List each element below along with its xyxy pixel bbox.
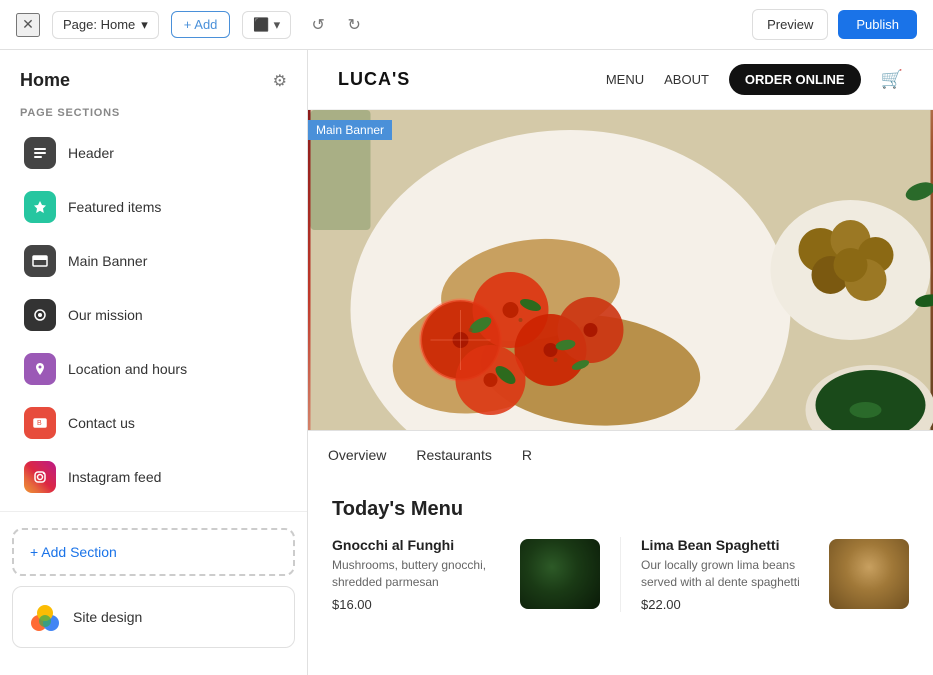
menu-item-2-image [829, 539, 909, 609]
undo-button[interactable]: ↺ [303, 10, 333, 40]
nav-about[interactable]: ABOUT [664, 72, 709, 87]
instagram-feed-icon [24, 461, 56, 493]
featured-items-label: Featured items [68, 199, 161, 215]
main-layout: Home ⚙ PAGE SECTIONS Header Featured ite… [0, 50, 933, 675]
banner-image [308, 110, 933, 430]
add-button[interactable]: + Add [171, 11, 231, 38]
tab-r[interactable]: R [522, 447, 532, 463]
device-selector[interactable]: ⬛ ▾ [242, 11, 291, 39]
menu-item-1: Gnocchi al Funghi Mushrooms, buttery gno… [332, 537, 600, 612]
page-selector[interactable]: Page: Home ▾ [52, 11, 159, 39]
menu-item-2-info: Lima Bean Spaghetti Our locally grown li… [641, 537, 817, 612]
tab-overview[interactable]: Overview [328, 447, 386, 463]
sidebar: Home ⚙ PAGE SECTIONS Header Featured ite… [0, 50, 308, 675]
site-design-item[interactable]: Site design [12, 586, 295, 648]
header-icon [24, 137, 56, 169]
contact-us-label: Contact us [68, 415, 135, 431]
nav-menu[interactable]: MENU [606, 72, 644, 87]
sidebar-title: Home [20, 70, 70, 91]
preview-nav-links: MENU ABOUT ORDER ONLINE 🛒 [606, 64, 903, 95]
sidebar-header: Home ⚙ [0, 50, 307, 99]
menu-item-1-info: Gnocchi al Funghi Mushrooms, buttery gno… [332, 537, 508, 612]
location-hours-label: Location and hours [68, 361, 187, 377]
contact-us-icon: B [24, 407, 56, 439]
instagram-feed-label: Instagram feed [68, 469, 161, 485]
sections-label: PAGE SECTIONS [0, 99, 307, 127]
header-label: Header [68, 145, 114, 161]
toolbar-left: ✕ Page: Home ▾ + Add ⬛ ▾ ↺ ↻ [16, 10, 740, 40]
our-mission-label: Our mission [68, 307, 143, 323]
page-selector-label: Page: Home [63, 17, 135, 32]
toolbar: ✕ Page: Home ▾ + Add ⬛ ▾ ↺ ↻ Preview Pub… [0, 0, 933, 50]
location-hours-icon [24, 353, 56, 385]
sidebar-item-location-hours[interactable]: Location and hours [12, 343, 295, 395]
cart-icon[interactable]: 🛒 [881, 69, 903, 90]
menu-item-2-price: $22.00 [641, 597, 817, 612]
main-banner-label: Main Banner [68, 253, 147, 269]
publish-button[interactable]: Publish [838, 10, 917, 39]
undo-redo-group: ↺ ↻ [303, 10, 369, 40]
device-icon: ⬛ [253, 17, 269, 33]
main-banner-icon [24, 245, 56, 277]
sidebar-item-featured-items[interactable]: Featured items [12, 181, 295, 233]
sidebar-bottom: + Add Section Site design [0, 511, 307, 664]
menu-item-1-image [520, 539, 600, 609]
sidebar-item-header[interactable]: Header [12, 127, 295, 179]
menu-item-2-name: Lima Bean Spaghetti [641, 537, 817, 553]
add-section-button[interactable]: + Add Section [12, 528, 295, 576]
sidebar-item-our-mission[interactable]: Our mission [12, 289, 295, 341]
preview-button[interactable]: Preview [752, 9, 828, 40]
menu-items: Gnocchi al Funghi Mushrooms, buttery gno… [332, 537, 909, 612]
tab-restaurants[interactable]: Restaurants [416, 447, 491, 463]
svg-text:B: B [37, 420, 42, 427]
banner-label: Main Banner [308, 120, 392, 140]
site-design-icon [29, 601, 61, 633]
sidebar-item-contact-us[interactable]: B Contact us [12, 397, 295, 449]
preview-nav: LUCA'S MENU ABOUT ORDER ONLINE 🛒 [308, 50, 933, 110]
main-banner-section: Main Banner [308, 110, 933, 430]
website-preview: LUCA'S MENU ABOUT ORDER ONLINE 🛒 Main Ba… [308, 50, 933, 675]
content-area: LUCA'S MENU ABOUT ORDER ONLINE 🛒 Main Ba… [308, 50, 933, 675]
preview-logo: LUCA'S [338, 69, 410, 90]
menu-item-2: Lima Bean Spaghetti Our locally grown li… [641, 537, 909, 612]
menu-item-2-desc: Our locally grown lima beans served with… [641, 557, 817, 591]
order-online-button[interactable]: ORDER ONLINE [729, 64, 861, 95]
site-design-label: Site design [73, 609, 142, 625]
page-selector-chevron: ▾ [141, 17, 148, 33]
close-button[interactable]: ✕ [16, 13, 40, 37]
our-mission-icon [24, 299, 56, 331]
menu-divider [620, 537, 621, 612]
menu-item-1-desc: Mushrooms, buttery gnocchi, shredded par… [332, 557, 508, 591]
menu-item-1-price: $16.00 [332, 597, 508, 612]
bottom-tabs: Overview Restaurants R [308, 430, 933, 478]
toolbar-right: Preview Publish [752, 9, 917, 40]
featured-items-icon [24, 191, 56, 223]
food-image-2 [829, 539, 909, 609]
sidebar-item-main-banner[interactable]: Main Banner [12, 235, 295, 287]
section-list: Header Featured items Main Banner Our mi… [0, 127, 307, 503]
food-image-1 [520, 539, 600, 609]
menu-section: Today's Menu Gnocchi al Funghi Mushrooms… [308, 478, 933, 632]
device-chevron: ▾ [274, 17, 281, 33]
preview-wrapper: LUCA'S MENU ABOUT ORDER ONLINE 🛒 Main Ba… [308, 50, 933, 675]
menu-title: Today's Menu [332, 498, 909, 521]
redo-button[interactable]: ↻ [339, 10, 369, 40]
sidebar-item-instagram-feed[interactable]: Instagram feed [12, 451, 295, 503]
menu-item-1-name: Gnocchi al Funghi [332, 537, 508, 553]
gear-icon[interactable]: ⚙ [273, 71, 287, 91]
